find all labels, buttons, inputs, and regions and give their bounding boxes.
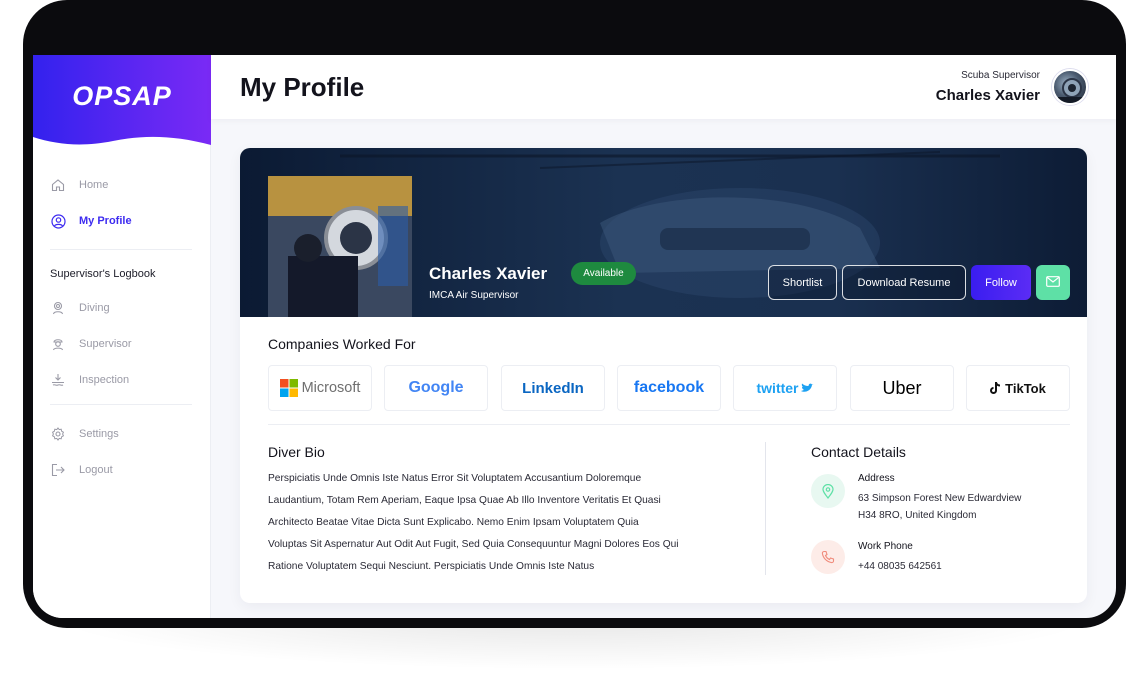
sidebar-item-label: Logout	[79, 464, 113, 476]
company-tiktok[interactable]: TikTok	[966, 365, 1070, 411]
contact-title: Contact Details	[811, 444, 906, 460]
sidebar-item-my-profile[interactable]: My Profile	[50, 210, 132, 232]
phone-icon	[811, 540, 845, 574]
bio-line: Laudantium, Totam Rem Aperiam, Eaque Ips…	[268, 495, 661, 506]
shortlist-button[interactable]: Shortlist	[768, 265, 837, 300]
companies-list: Microsoft Google LinkedIn facebook twitt…	[268, 365, 1070, 411]
sidebar-item-supervisor[interactable]: Supervisor	[50, 333, 132, 355]
logbook-heading: Supervisor's Logbook	[50, 268, 156, 280]
location-pin-icon	[811, 474, 845, 508]
divider	[765, 442, 766, 575]
sidebar-item-logout[interactable]: Logout	[50, 459, 113, 481]
company-uber[interactable]: Uber	[850, 365, 954, 411]
sidebar-item-label: My Profile	[79, 215, 132, 227]
sidebar: OPSAP Home My Profile Supervisor's Logbo…	[33, 55, 211, 618]
company-microsoft[interactable]: Microsoft	[268, 365, 372, 411]
bio-line: Architecto Beatae Vitae Dicta Sunt Expli…	[268, 517, 639, 528]
sidebar-item-home[interactable]: Home	[50, 174, 108, 196]
company-twitter[interactable]: twitter	[733, 365, 837, 411]
brand-logo[interactable]: OPSAP	[33, 81, 211, 112]
profile-photo	[268, 176, 412, 317]
bio-line: Voluptas Sit Aspernatur Aut Odit Aut Fug…	[268, 539, 679, 550]
microsoft-logo-icon	[279, 379, 298, 397]
company-name: twitter	[756, 380, 799, 396]
company-name: Uber	[882, 377, 922, 398]
mail-icon	[1046, 275, 1060, 290]
company-name: TikTok	[1005, 380, 1046, 396]
sidebar-item-label: Home	[79, 179, 109, 191]
logout-icon	[50, 462, 66, 478]
bio-line: Perspiciatis Unde Omnis Iste Natus Error…	[268, 473, 642, 484]
home-icon	[50, 177, 66, 193]
profile-name: Charles Xavier	[429, 264, 548, 283]
brand-header: OPSAP	[33, 55, 211, 151]
company-name: Microsoft	[301, 380, 361, 396]
address-line-1: 63 Simpson Forest New Edwardview	[858, 493, 1022, 504]
company-name: LinkedIn	[522, 379, 584, 397]
sidebar-item-diving[interactable]: Diving	[50, 297, 110, 319]
avatar[interactable]	[1052, 69, 1088, 105]
supervisor-icon	[50, 336, 66, 352]
follow-button[interactable]: Follow	[971, 265, 1031, 300]
user-role: Scuba Supervisor	[961, 70, 1040, 81]
sidebar-item-inspection[interactable]: Inspection	[50, 369, 129, 391]
companies-title: Companies Worked For	[268, 336, 416, 352]
company-name: facebook	[633, 379, 705, 396]
profile-card: Charles Xavier Available IMCA Air Superv…	[240, 148, 1087, 603]
sidebar-item-label: Supervisor	[79, 338, 132, 350]
divider	[50, 404, 192, 405]
download-resume-button[interactable]: Download Resume	[842, 265, 966, 300]
company-facebook[interactable]: facebook	[617, 365, 721, 411]
user-name: Charles Xavier	[935, 87, 1040, 104]
bio-title: Diver Bio	[268, 444, 325, 460]
company-name: Google	[408, 379, 464, 396]
bio-text: Perspiciatis Unde Omnis Iste Natus Error…	[268, 468, 738, 578]
address-line-2: H34 8RO, United Kingdom	[858, 510, 977, 521]
bio-line: Ratione Voluptatem Sequi Nesciunt. Persp…	[268, 561, 595, 572]
company-google[interactable]: Google	[384, 365, 488, 411]
divider	[50, 249, 192, 250]
message-button[interactable]	[1036, 265, 1070, 300]
status-badge: Available	[571, 262, 636, 285]
page-title: My Profile	[240, 72, 365, 102]
company-linkedin[interactable]: LinkedIn	[501, 365, 605, 411]
top-header: My Profile Scuba Supervisor Charles Xavi…	[211, 55, 1116, 119]
sidebar-item-label: Diving	[79, 302, 110, 314]
sidebar-item-settings[interactable]: Settings	[50, 423, 119, 445]
sidebar-item-label: Settings	[79, 428, 119, 440]
profile-role: IMCA Air Supervisor	[429, 290, 519, 301]
phone-number[interactable]: +44 08035 642561	[858, 558, 942, 575]
inspection-icon	[50, 372, 66, 388]
profile-banner: Charles Xavier Available IMCA Air Superv…	[240, 148, 1087, 317]
diver-icon	[50, 300, 66, 316]
sidebar-item-label: Inspection	[79, 374, 130, 386]
app-screen: OPSAP Home My Profile Supervisor's Logbo…	[33, 55, 1116, 618]
gear-icon	[50, 426, 66, 442]
phone-label: Work Phone	[858, 541, 913, 552]
address-label: Address	[858, 473, 895, 484]
twitter-bird-icon	[800, 383, 813, 392]
tiktok-logo-icon	[990, 382, 1001, 394]
divider	[268, 424, 1070, 425]
user-circle-icon	[50, 213, 66, 229]
